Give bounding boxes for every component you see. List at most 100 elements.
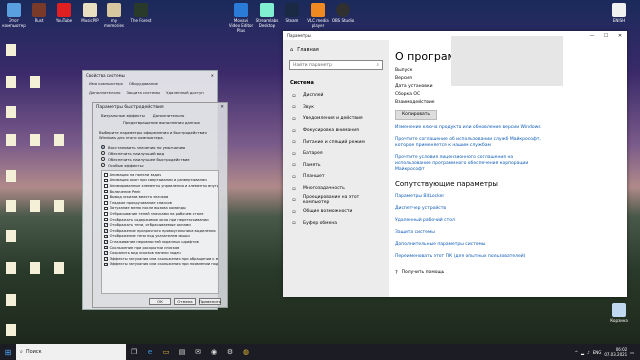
chrome-icon[interactable]: ◍ [238, 344, 254, 360]
file-icon[interactable] [6, 106, 16, 118]
nav-item[interactable]: ▫ Питание и спящий режим [287, 136, 385, 148]
taskbar-search[interactable]: ⌕ Поиск [16, 344, 126, 360]
effect-checkbox[interactable]: Анимированные элементы управления и элем… [104, 183, 218, 189]
desktop-icon-youtube[interactable]: YouTube [51, 3, 77, 23]
file-icon[interactable] [6, 170, 16, 182]
file-explorer-icon[interactable]: ▭ [158, 344, 174, 360]
desktop-icon-obs[interactable]: OBS Studio [330, 3, 356, 23]
nav-item-label: Фокусировка внимания [303, 128, 359, 134]
minimize-icon[interactable]: — [585, 33, 599, 39]
nav-item[interactable]: ▫ Звук [287, 102, 385, 114]
file-icon[interactable] [6, 134, 16, 146]
cancel-button[interactable]: Отмена [174, 298, 196, 305]
file-icon[interactable] [54, 134, 64, 146]
nav-home[interactable]: ⌂ Главная [287, 44, 385, 56]
clipboard-icon: ▫ [292, 220, 296, 227]
nav-item[interactable]: ▫ Фокусировка внимания [287, 125, 385, 137]
edge-icon[interactable]: e [142, 344, 158, 360]
tab-perf-advanced[interactable]: Дополнительно [153, 113, 185, 118]
nav-item[interactable]: ▫ Дисплей [287, 90, 385, 102]
desktop-icon-streamlabs[interactable]: Streamlabs Desktop [254, 3, 280, 28]
notifications-icon[interactable]: ▭ [630, 350, 634, 355]
help-row[interactable]: ? Получить помощь [395, 270, 627, 276]
desktop-icon-enish[interactable]: ENISH [606, 3, 632, 23]
file-icon[interactable] [30, 76, 40, 88]
desktop-icon-rust[interactable]: Rust [26, 3, 52, 23]
license-terms-link[interactable]: Прочтите условия лицензионного соглашени… [395, 155, 545, 173]
nav-item-label: Дисплей [303, 93, 324, 99]
advanced-system-settings-link[interactable]: Дополнительные параметры системы [395, 239, 627, 251]
file-icon[interactable] [6, 262, 16, 274]
tab-dep[interactable]: Предотвращение выполнения данных [123, 120, 200, 125]
remote-desktop-link[interactable]: Удаленный рабочий стол [395, 215, 627, 227]
services-agreement-link[interactable]: Прочтите соглашение об использовании слу… [395, 137, 545, 149]
clock[interactable]: 06:02 07.03.2021 [604, 347, 627, 357]
nav-item[interactable]: ▫ Буфер обмена [287, 218, 385, 230]
file-icon[interactable] [30, 262, 40, 274]
desktop-icon-steam[interactable]: Steam [279, 3, 305, 23]
file-icon[interactable] [54, 200, 64, 212]
settings-gear-icon[interactable]: ⚙ [222, 344, 238, 360]
effect-checkbox[interactable]: Анимация окон при свертывании и разверты… [104, 178, 216, 184]
tab-hardware[interactable]: Оборудование [129, 81, 158, 86]
rename-pc-link[interactable]: Переименовать этот ПК (для опытных польз… [395, 251, 627, 263]
notifications-icon: ▫ [292, 115, 296, 122]
file-icon[interactable] [6, 230, 16, 242]
desktop-icon-movavi[interactable]: Movavi Video Editor Plus [228, 3, 254, 33]
file-icon[interactable] [6, 294, 16, 306]
tab-advanced[interactable]: Дополнительно [89, 90, 121, 95]
desktop-icon-recycle-bin[interactable]: Корзина [606, 303, 632, 323]
close-icon[interactable]: ✕ [613, 33, 627, 39]
mail-icon[interactable]: ✉ [190, 344, 206, 360]
file-icon[interactable] [30, 200, 40, 212]
network-icon[interactable]: ▂ [581, 350, 584, 355]
desktop-icon-this-pc[interactable]: Этот компьютер [1, 3, 27, 28]
desktop-icon-forest[interactable]: The Forest [128, 3, 154, 23]
change-key-link[interactable]: Изменение ключа продукта или обновление … [395, 125, 627, 131]
device-manager-link[interactable]: Диспетчер устройств [395, 203, 627, 215]
maximize-icon[interactable]: ☐ [599, 33, 613, 39]
language-indicator[interactable]: ENG [593, 350, 602, 355]
nav-item[interactable]: ▫ Уведомления и действия [287, 113, 385, 125]
file-icon[interactable] [6, 200, 16, 212]
steam-icon[interactable]: ◉ [206, 344, 222, 360]
tab-system-protection[interactable]: Защита системы [127, 90, 161, 95]
file-icon[interactable] [30, 134, 40, 146]
close-icon[interactable]: ✕ [211, 73, 217, 78]
file-icon[interactable] [6, 76, 16, 88]
store-icon[interactable]: ▤ [174, 344, 190, 360]
tab-computer-name[interactable]: Имя компьютера [89, 81, 123, 86]
tab-visual-effects[interactable]: Визуальные эффекты [101, 113, 145, 118]
nav-item[interactable]: ▫ Проецирование на этот компьютер [287, 194, 385, 206]
file-icon[interactable] [54, 262, 64, 274]
effects-list[interactable]: Анимация на панели задач Анимация окон пр… [101, 170, 219, 294]
effect-checkbox[interactable]: Отображать содержимое окна при перетаски… [104, 217, 216, 223]
bitlocker-link[interactable]: Параметры BitLocker [395, 191, 627, 203]
file-icon[interactable] [6, 44, 16, 56]
chevron-up-icon[interactable]: ^ [575, 350, 578, 355]
nav-item[interactable]: ▫ Память [287, 160, 385, 172]
desktop-icon-musicpip[interactable]: MusicPIP [77, 3, 103, 23]
system-protection-link[interactable]: Защита системы [395, 227, 627, 239]
desktop-icon-memories[interactable]: my memories [101, 3, 127, 28]
radio-custom[interactable]: Особые эффекты: [93, 162, 227, 168]
tab-remote[interactable]: Удаленный доступ [166, 90, 204, 95]
search-input[interactable]: Найти параметр ⌕ [289, 60, 383, 70]
apply-button[interactable]: Применить [199, 298, 221, 305]
effect-checkbox[interactable]: ✓ Отображение прозрачного прямоугольника … [104, 228, 216, 234]
effect-checkbox[interactable]: ✓ Эффекты затухания или скольжения при об… [104, 256, 218, 262]
effect-checkbox[interactable]: ✓ Эффекты затухания или скольжения при по… [104, 262, 218, 268]
volume-icon[interactable]: ♪ [587, 350, 590, 355]
ok-button[interactable]: ОК [149, 298, 171, 305]
copy-button[interactable]: Копировать [395, 109, 437, 120]
nav-item[interactable]: ▫ Планшет [287, 171, 385, 183]
desktop-icon-vlc[interactable]: VLC media player [305, 3, 331, 28]
effect-checkbox[interactable]: Отбрасывание теней значками на рабочем с… [104, 211, 216, 217]
nav-item[interactable]: ▫ Батарея [287, 148, 385, 160]
nav-item[interactable]: ▫ Общие возможности [287, 206, 385, 218]
nav-item[interactable]: ▫ Многозадачность [287, 183, 385, 195]
windows-start-icon[interactable]: ⊞ [0, 344, 16, 360]
task-view-icon[interactable]: ❐ [126, 344, 142, 360]
close-icon[interactable]: ✕ [220, 105, 227, 110]
file-icon[interactable] [6, 324, 16, 336]
